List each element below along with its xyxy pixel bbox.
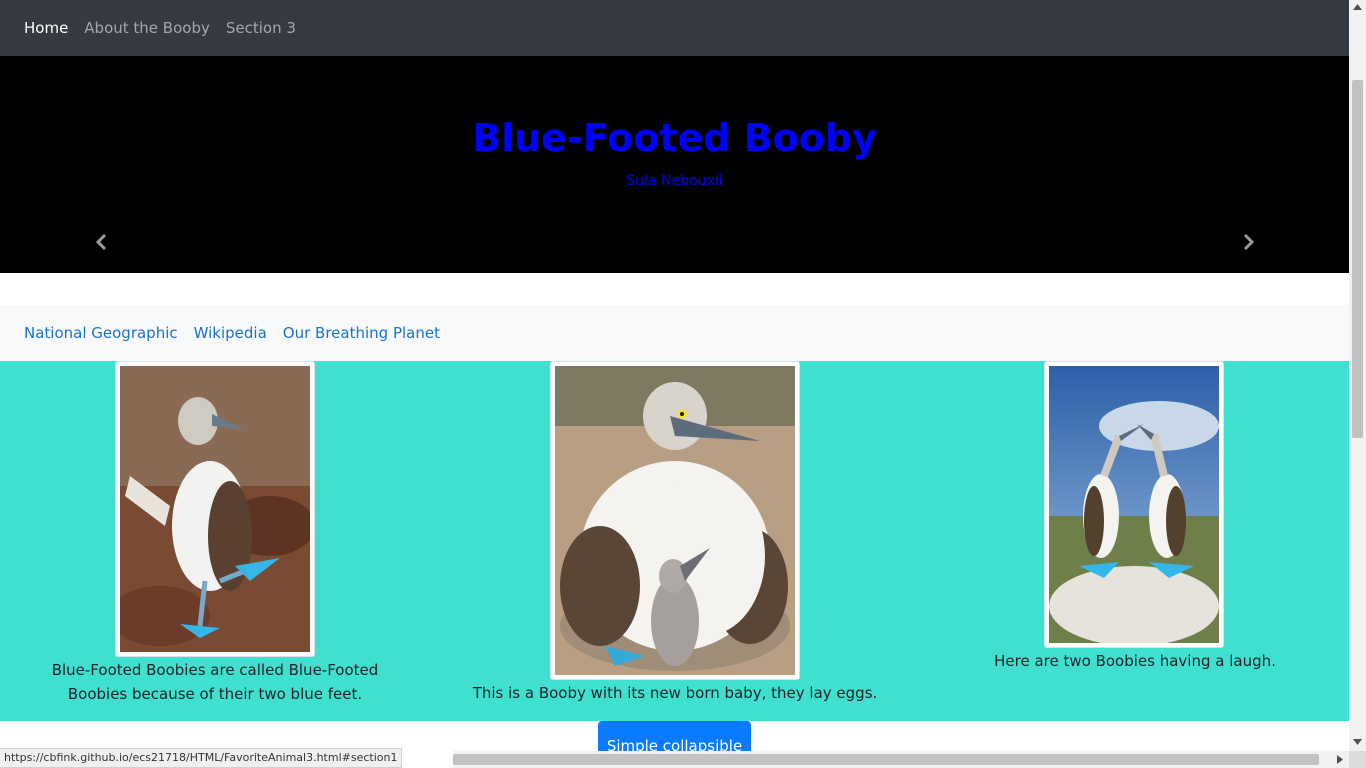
- nav-section3-link[interactable]: Section 3: [218, 19, 304, 37]
- vertical-scrollbar[interactable]: [1349, 0, 1366, 751]
- photo-caption: This is a Booby with its new born baby, …: [472, 684, 878, 702]
- booby-with-chick-photo: [550, 361, 800, 680]
- scroll-right-arrow-icon[interactable]: [1337, 755, 1343, 764]
- chevron-left-icon: [95, 233, 107, 251]
- nav-about-link[interactable]: About the Booby: [76, 19, 218, 37]
- carousel-next-button[interactable]: [1238, 232, 1258, 252]
- photo-gallery: Blue-Footed Boobies are called Blue-Foot…: [0, 361, 1349, 721]
- horizontal-scrollbar[interactable]: [453, 751, 1349, 768]
- two-boobies-image: [1049, 366, 1219, 643]
- status-bar-url: https://cbfink.github.io/ecs21718/HTML/F…: [0, 748, 403, 768]
- wikipedia-link[interactable]: Wikipedia: [186, 324, 275, 342]
- booby-standing-image: [120, 366, 310, 652]
- top-navbar: Home About the Booby Section 3: [0, 0, 1349, 56]
- scroll-down-arrow-icon[interactable]: [1353, 739, 1362, 745]
- booby-with-chick-image: [555, 366, 795, 675]
- horizontal-scrollbar-thumb[interactable]: [453, 754, 1319, 765]
- two-boobies-photo: [1044, 361, 1224, 648]
- chevron-right-icon: [1243, 233, 1255, 251]
- carousel-prev-button[interactable]: [92, 232, 112, 252]
- nav-home-link[interactable]: Home: [16, 19, 76, 37]
- external-links-nav: National Geographic Wikipedia Our Breath…: [0, 305, 1349, 361]
- our-breathing-planet-link[interactable]: Our Breathing Planet: [275, 324, 448, 342]
- vertical-scrollbar-thumb[interactable]: [1352, 80, 1363, 438]
- hero-subtitle: Sula Nebouxii: [626, 173, 723, 189]
- hero-carousel: Blue-Footed Booby Sula Nebouxii: [0, 56, 1349, 273]
- scroll-up-arrow-icon[interactable]: [1353, 4, 1362, 10]
- photo-caption: Blue-Footed Boobies are called Blue-Foot…: [51, 661, 379, 703]
- national-geographic-link[interactable]: National Geographic: [16, 324, 186, 342]
- scrollbar-corner: [1349, 751, 1366, 768]
- booby-standing-photo: [115, 361, 315, 657]
- hero-title: Blue-Footed Booby: [472, 116, 877, 160]
- photo-caption: Here are two Boobies having a laugh.: [994, 652, 1276, 670]
